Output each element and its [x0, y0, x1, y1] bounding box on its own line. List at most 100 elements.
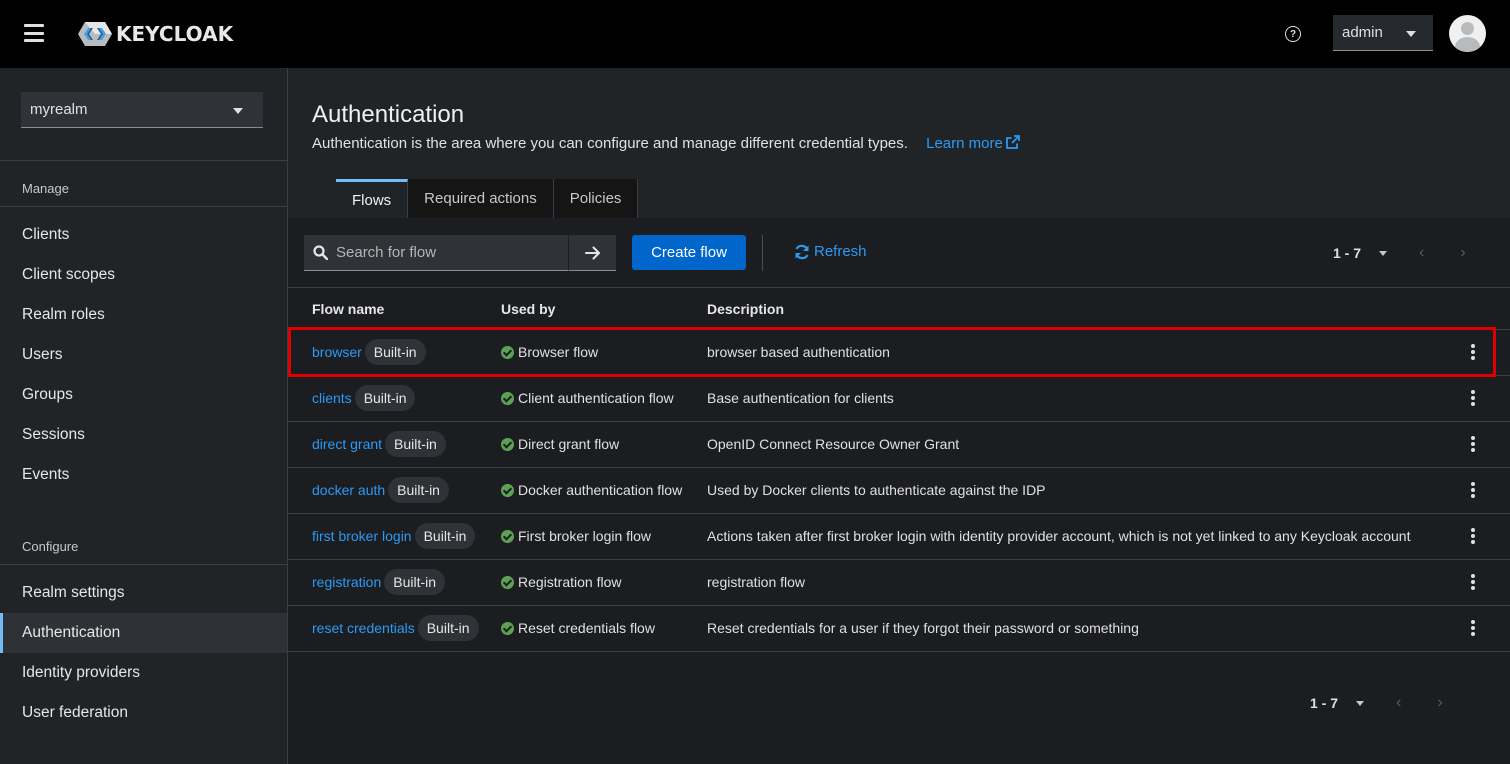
sidebar-item-realm-roles[interactable]: Realm roles: [0, 295, 287, 335]
flow-name-link[interactable]: clients: [312, 390, 352, 406]
search-input[interactable]: [336, 244, 556, 261]
avatar[interactable]: [1449, 15, 1486, 52]
column-header-description: Description: [707, 289, 1452, 330]
kebab-menu-icon[interactable]: [1466, 480, 1480, 500]
learn-more-link[interactable]: Learn more: [926, 135, 1020, 152]
kebab-menu-icon[interactable]: [1466, 388, 1480, 408]
cell-description: registration flow: [707, 559, 1452, 606]
keycloak-logo[interactable]: KEYCLOAK: [76, 20, 233, 48]
sidebar-item-realm-settings[interactable]: Realm settings: [0, 573, 287, 613]
flow-name-link[interactable]: browser: [312, 344, 362, 360]
sidebar-item-client-scopes[interactable]: Client scopes: [0, 255, 287, 295]
cell-description: Base authentication for clients: [707, 375, 1452, 422]
built-in-badge: Built-in: [364, 339, 426, 365]
caret-down-icon[interactable]: [1356, 700, 1365, 706]
flows-panel: Create flow Refresh 1 - 7 ‹ › Flow name …: [288, 218, 1510, 764]
masthead: KEYCLOAK ? admin: [0, 0, 1510, 68]
search-submit-button[interactable]: [568, 235, 616, 271]
next-page-icon[interactable]: ›: [1460, 244, 1465, 262]
page-description-text: Authentication is the area where you can…: [312, 135, 908, 152]
used-by-text: Reset credentials flow: [518, 620, 655, 636]
pagination-range[interactable]: 1 - 7: [1333, 245, 1361, 261]
flow-name-link[interactable]: first broker login: [312, 528, 412, 544]
sidebar-item-groups[interactable]: Groups: [0, 375, 287, 415]
kebab-menu-icon[interactable]: [1466, 434, 1480, 454]
sidebar-item-identity-providers[interactable]: Identity providers: [0, 653, 287, 693]
refresh-label: Refresh: [814, 243, 867, 260]
pagination-top: 1 - 7 ‹ ›: [1333, 244, 1466, 262]
used-by-text: Client authentication flow: [518, 390, 674, 406]
tabs: Flows Required actions Policies: [336, 179, 639, 218]
cell-flow-name: reset credentials Built-in: [288, 605, 501, 652]
flows-table: Flow name Used by Description browser Bui…: [288, 289, 1510, 652]
check-circle-icon: [501, 392, 514, 405]
tab-required-actions[interactable]: Required actions: [408, 179, 554, 218]
column-header-flow-name: Flow name: [288, 289, 501, 330]
pagination-range[interactable]: 1 - 7: [1310, 695, 1338, 711]
cell-used-by: Docker authentication flow: [501, 467, 707, 514]
cell-flow-name: first broker login Built-in: [288, 513, 501, 560]
realm-selector[interactable]: myrealm: [21, 92, 263, 128]
table-row: reset credentials Built-in Reset credentia…: [288, 605, 1510, 652]
kebab-menu-icon[interactable]: [1466, 572, 1480, 592]
kebab-menu-icon[interactable]: [1466, 618, 1480, 638]
cell-actions: [1452, 329, 1510, 376]
flow-name-link[interactable]: docker auth: [312, 482, 385, 498]
sidebar-item-authentication[interactable]: Authentication: [0, 613, 287, 653]
sidebar-item-sessions[interactable]: Sessions: [0, 415, 287, 455]
search-box: [304, 235, 568, 271]
sidebar-divider: [0, 564, 287, 565]
check-circle-icon: [501, 576, 514, 589]
page-header: Authentication Authentication is the are…: [288, 68, 1510, 218]
table-row: first broker login Built-in First broker l…: [288, 513, 1510, 560]
logo-text: KEYCLOAK: [116, 22, 234, 46]
sidebar: myrealm Manage Clients Client scopes Rea…: [0, 68, 288, 764]
table-body: browser Built-in Browser flow browser based…: [288, 329, 1510, 652]
cell-used-by: Direct grant flow: [501, 421, 707, 468]
next-page-icon[interactable]: ›: [1437, 694, 1442, 712]
cell-flow-name: clients Built-in: [288, 375, 501, 422]
cell-used-by: First broker login flow: [501, 513, 707, 560]
built-in-badge: Built-in: [385, 431, 446, 457]
sidebar-section-configure: Configure: [22, 539, 79, 554]
cell-description: browser based authentication: [707, 329, 1452, 376]
tab-policies[interactable]: Policies: [553, 179, 639, 218]
sidebar-divider: [0, 206, 287, 207]
pagination-bottom: 1 - 7 ‹ ›: [1310, 694, 1443, 712]
flow-name-link[interactable]: reset credentials: [312, 620, 415, 636]
cell-used-by: Browser flow: [501, 329, 707, 376]
realm-name: myrealm: [30, 101, 88, 118]
user-name: admin: [1342, 24, 1383, 41]
user-dropdown[interactable]: admin: [1333, 15, 1433, 51]
caret-down-icon[interactable]: [1379, 250, 1388, 256]
cell-used-by: Reset credentials flow: [501, 605, 707, 652]
refresh-button[interactable]: Refresh: [794, 243, 867, 260]
create-flow-button[interactable]: Create flow: [632, 235, 746, 270]
check-circle-icon: [501, 438, 514, 451]
help-icon[interactable]: ?: [1285, 26, 1301, 42]
cell-description: Reset credentials for a user if they for…: [707, 605, 1452, 652]
kebab-menu-icon[interactable]: [1466, 526, 1480, 546]
sidebar-item-clients[interactable]: Clients: [0, 215, 287, 255]
page-title: Authentication: [312, 101, 465, 128]
sidebar-item-users[interactable]: Users: [0, 335, 287, 375]
tab-flows[interactable]: Flows: [336, 179, 409, 218]
kebab-menu-icon[interactable]: [1466, 342, 1480, 362]
hamburger-menu-icon[interactable]: [24, 24, 44, 42]
previous-page-icon[interactable]: ‹: [1419, 244, 1424, 262]
cell-used-by: Registration flow: [501, 559, 707, 606]
sidebar-item-events[interactable]: Events: [0, 455, 287, 495]
previous-page-icon[interactable]: ‹: [1396, 694, 1401, 712]
sidebar-item-user-federation[interactable]: User federation: [0, 693, 287, 733]
cell-flow-name: direct grant Built-in: [288, 421, 501, 468]
search-icon: [313, 245, 328, 260]
table-row: registration Built-in Registration flow reg…: [288, 559, 1510, 606]
column-header-actions: [1452, 289, 1510, 330]
table-row: browser Built-in Browser flow browser based…: [288, 329, 1510, 376]
caret-down-icon: [1406, 31, 1416, 37]
flow-name-link[interactable]: registration: [312, 574, 381, 590]
built-in-badge: Built-in: [417, 615, 479, 641]
toolbar-separator: [762, 235, 763, 271]
flow-name-link[interactable]: direct grant: [312, 436, 382, 452]
cell-flow-name: registration Built-in: [288, 559, 501, 606]
